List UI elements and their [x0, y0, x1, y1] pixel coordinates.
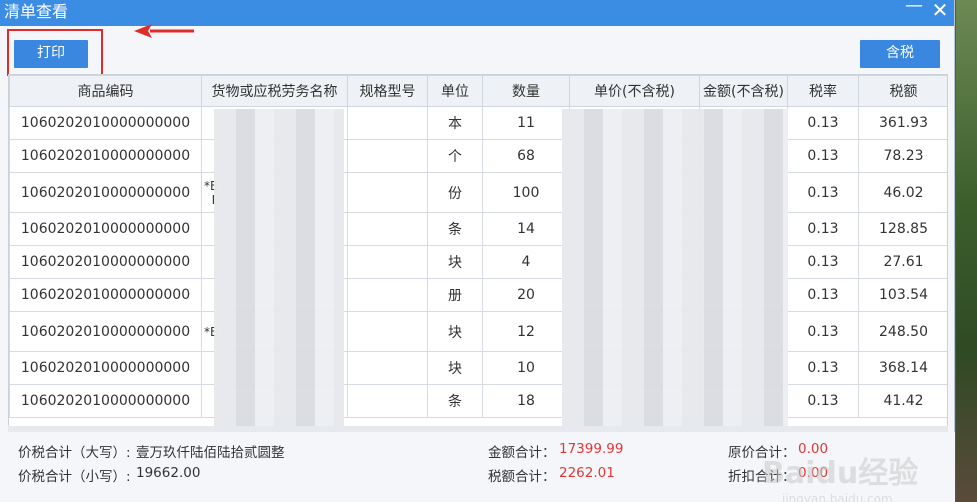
- unit-cell: 块: [427, 311, 483, 352]
- tax-amount-cell: 41.42: [858, 384, 947, 418]
- goods-list-table[interactable]: 商品编码 货物或应税劳务名称 规格型号 单位 数量 单价(不含税) 金额(不含税) 税率 税额 …: [8, 74, 948, 452]
- unit-cell: 块: [427, 245, 483, 279]
- quantity-cell: 10: [482, 351, 570, 385]
- quantity-cell: 12: [482, 311, 570, 352]
- tax-amount-cell: 248.50: [858, 311, 947, 352]
- column-header[interactable]: 税率: [787, 75, 859, 107]
- unit-cell: 本: [427, 106, 483, 140]
- product-code-cell: 1060202010000000000: [9, 172, 202, 213]
- tax-amount-cell: 103.54: [858, 278, 947, 312]
- baidu-watermark-logo: Baidu经验 jingyan.baidu.com: [762, 448, 918, 502]
- quantity-cell: 14: [482, 212, 570, 246]
- spec-cell: [347, 212, 428, 246]
- unit-cell: 条: [427, 212, 483, 246]
- quantity-cell: 68: [482, 139, 570, 173]
- tax-amount-cell: 78.23: [858, 139, 947, 173]
- quantity-cell: 100: [482, 172, 570, 213]
- column-header[interactable]: 税额: [858, 75, 947, 107]
- watermark-text: Baidu经验: [762, 456, 919, 491]
- amount-total-value: 17399.99: [559, 441, 624, 457]
- tax-rate-cell: 0.13: [787, 106, 859, 140]
- tax-rate-cell: 0.13: [787, 139, 859, 173]
- column-header[interactable]: 货物或应税劳务名称: [201, 75, 348, 107]
- close-icon[interactable]: ✕: [928, 0, 952, 20]
- quantity-cell: 18: [482, 384, 570, 418]
- product-code-cell: 1060202010000000000: [9, 245, 202, 279]
- tax-total-label: 税额合计：: [488, 469, 556, 485]
- spec-cell: [347, 351, 428, 385]
- product-code-cell: 1060202010000000000: [9, 351, 202, 385]
- table-row[interactable]: 1060202010000000000*E I份1000.1346.02: [9, 172, 947, 213]
- tax-rate-cell: 0.13: [787, 245, 859, 279]
- arrow-annotation-icon: [134, 24, 194, 38]
- tax-amount-cell: 128.85: [858, 212, 947, 246]
- quantity-cell: 20: [482, 278, 570, 312]
- total-lower-label: 价税合计（小写）:: [18, 469, 131, 485]
- unit-cell: 个: [427, 139, 483, 173]
- desktop-background-strip: [956, 0, 977, 502]
- column-header[interactable]: 单位: [427, 75, 483, 107]
- list-view-window: 清单查看 — ✕ 打印 含税 商品编码 货物或应税劳务名称 规格型号 单位 数量 单价(不…: [0, 0, 955, 502]
- tax-rate-cell: 0.13: [787, 351, 859, 385]
- tax-rate-cell: 0.13: [787, 278, 859, 312]
- product-code-cell: 1060202010000000000: [9, 106, 202, 140]
- product-code-cell: 1060202010000000000: [9, 278, 202, 312]
- redacted-name-column: [214, 109, 344, 451]
- title-bar: 清单查看 — ✕: [0, 0, 954, 26]
- window-title: 清单查看: [4, 2, 69, 21]
- unit-cell: 份: [427, 172, 483, 213]
- minimize-icon[interactable]: —: [902, 0, 926, 16]
- product-code-cell: 1060202010000000000: [9, 384, 202, 418]
- tax-amount-cell: 46.02: [858, 172, 947, 213]
- spec-cell: [347, 311, 428, 352]
- table-row[interactable]: 1060202010000000000 块 10 0.13 368.14: [9, 351, 947, 385]
- tax-rate-cell: 0.13: [787, 212, 859, 246]
- product-code-cell: 1060202010000000000: [9, 139, 202, 173]
- tax-amount-cell: 27.61: [858, 245, 947, 279]
- table-row[interactable]: 1060202010000000000 条 14 0.13 128.85: [9, 212, 947, 246]
- product-code-cell: 1060202010000000000: [9, 212, 202, 246]
- table-row[interactable]: 1060202010000000000 本 11 0.13 361.93: [9, 106, 947, 140]
- unit-cell: 块: [427, 351, 483, 385]
- spec-cell: [347, 139, 428, 173]
- spec-cell: [347, 172, 428, 213]
- quantity-cell: 4: [482, 245, 570, 279]
- total-lower-value: 19662.00: [136, 465, 201, 481]
- spec-cell: [347, 106, 428, 140]
- quantity-cell: 11: [482, 106, 570, 140]
- column-header[interactable]: 金额(不含税): [699, 75, 788, 107]
- tax-rate-cell: 0.13: [787, 172, 859, 213]
- tax-amount-cell: 361.93: [858, 106, 947, 140]
- table-row[interactable]: 1060202010000000000 册 20 0.13 103.54: [9, 278, 947, 312]
- table-row[interactable]: 1060202010000000000 个 68 0.13 78.23: [9, 139, 947, 173]
- tax-rate-cell: 0.13: [787, 311, 859, 352]
- column-header[interactable]: 规格型号: [347, 75, 428, 107]
- tax-amount-cell: 368.14: [858, 351, 947, 385]
- tax-total-value: 2262.01: [559, 465, 615, 481]
- tax-rate-cell: 0.13: [787, 384, 859, 418]
- column-header[interactable]: 商品编码: [9, 75, 202, 107]
- redacted-price-amount-columns: [562, 109, 788, 451]
- table-row[interactable]: 1060202010000000000 *E 块 12 0.13 248.50: [9, 311, 947, 352]
- unit-cell: 条: [427, 384, 483, 418]
- table-header-row: 商品编码 货物或应税劳务名称 规格型号 单位 数量 单价(不含税) 金额(不含税) 税率 税额: [9, 75, 947, 107]
- spec-cell: [347, 278, 428, 312]
- print-button-highlight-box: [7, 29, 103, 76]
- unit-cell: 册: [427, 278, 483, 312]
- spec-cell: [347, 384, 428, 418]
- table-row[interactable]: 1060202010000000000 块 4 0.13 27.61: [9, 245, 947, 279]
- column-header[interactable]: 数量: [482, 75, 570, 107]
- watermark-subtext: jingyan.baidu.com: [782, 492, 893, 502]
- tax-inclusive-button[interactable]: 含税: [860, 40, 940, 68]
- total-upper-value: 壹万玖仟陆佰陆拾贰圆整: [136, 445, 285, 461]
- total-upper-label: 价税合计（大写）:: [18, 445, 131, 461]
- column-header[interactable]: 单价(不含税): [569, 75, 700, 107]
- product-code-cell: 1060202010000000000: [9, 311, 202, 352]
- table-row[interactable]: 1060202010000000000 条 18 0.13 41.42: [9, 384, 947, 418]
- spec-cell: [347, 245, 428, 279]
- amount-total-label: 金额合计：: [488, 445, 556, 461]
